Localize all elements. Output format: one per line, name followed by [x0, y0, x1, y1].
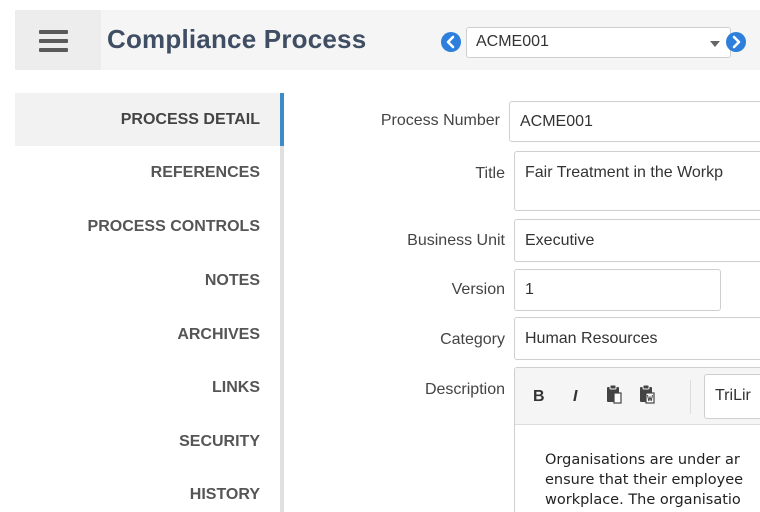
- sidebar-item-history[interactable]: HISTORY: [15, 468, 280, 512]
- description-label: Description: [424, 381, 505, 398]
- sidebar-item-process-detail[interactable]: PROCESS DETAIL: [15, 93, 280, 146]
- title-field[interactable]: Fair Treatment in the Workp: [514, 151, 760, 211]
- caret-down-icon: [710, 41, 720, 47]
- page-title: Compliance Process: [107, 24, 367, 54]
- next-record-button[interactable]: [726, 32, 746, 52]
- version-field[interactable]: 1: [514, 269, 721, 311]
- header-bar: Compliance Process ACME001: [15, 10, 760, 70]
- paste-icon: [607, 384, 622, 404]
- sidebar-item-security[interactable]: SECURITY: [15, 415, 280, 468]
- toolbar-separator: [690, 380, 691, 414]
- editor-toolbar: B I TriLir: [515, 368, 760, 425]
- process-number-field[interactable]: ACME001: [509, 101, 760, 142]
- description-line: ensure that their employee: [545, 472, 744, 488]
- paste-from-word-button[interactable]: [639, 384, 655, 409]
- sidebar-item-notes[interactable]: NOTES: [15, 254, 280, 307]
- version-label: Version: [451, 281, 505, 298]
- sidebar-nav: PROCESS DETAIL REFERENCES PROCESS CONTRO…: [15, 93, 285, 512]
- sidebar-rail: [280, 93, 284, 512]
- hamburger-menu-icon-bar: [39, 48, 68, 52]
- italic-button[interactable]: I: [573, 388, 577, 406]
- description-text[interactable]: Organisations are under ar ensure that t…: [545, 450, 760, 510]
- sidebar-item-archives[interactable]: ARCHIVES: [15, 308, 280, 361]
- business-unit-field[interactable]: Executive: [514, 219, 760, 262]
- description-line: Organisations are under ar: [545, 452, 740, 468]
- previous-record-button[interactable]: [441, 32, 461, 52]
- process-number-label: Process Number: [380, 112, 500, 129]
- compliance-process-page: Compliance Process ACME001 PROCESS DETAI…: [0, 0, 760, 512]
- description-line: workplace. The organisatio: [545, 492, 741, 508]
- sidebar-item-process-controls[interactable]: PROCESS CONTROLS: [15, 200, 280, 253]
- sidebar-item-links[interactable]: LINKS: [15, 361, 280, 414]
- font-family-select[interactable]: TriLir: [704, 374, 760, 419]
- hamburger-menu-icon: [39, 30, 68, 34]
- paste-from-word-icon: [640, 384, 655, 404]
- business-unit-label: Business Unit: [407, 232, 505, 249]
- hamburger-menu-icon-bar: [39, 39, 68, 43]
- description-editor: B I TriLir Organisations are under ar en…: [514, 367, 760, 512]
- arrow-left-icon: [446, 35, 455, 49]
- process-select[interactable]: ACME001: [466, 27, 731, 58]
- sidebar-active-indicator: [280, 93, 284, 146]
- category-field[interactable]: Human Resources: [514, 317, 760, 360]
- process-select-value: ACME001: [476, 33, 549, 50]
- arrow-right-icon: [732, 35, 741, 49]
- hamburger-menu-button[interactable]: [15, 10, 101, 70]
- paste-button[interactable]: [606, 384, 622, 409]
- bold-button[interactable]: B: [533, 388, 545, 406]
- sidebar-item-references[interactable]: REFERENCES: [15, 146, 280, 199]
- title-label: Title: [475, 165, 505, 182]
- category-label: Category: [440, 331, 505, 348]
